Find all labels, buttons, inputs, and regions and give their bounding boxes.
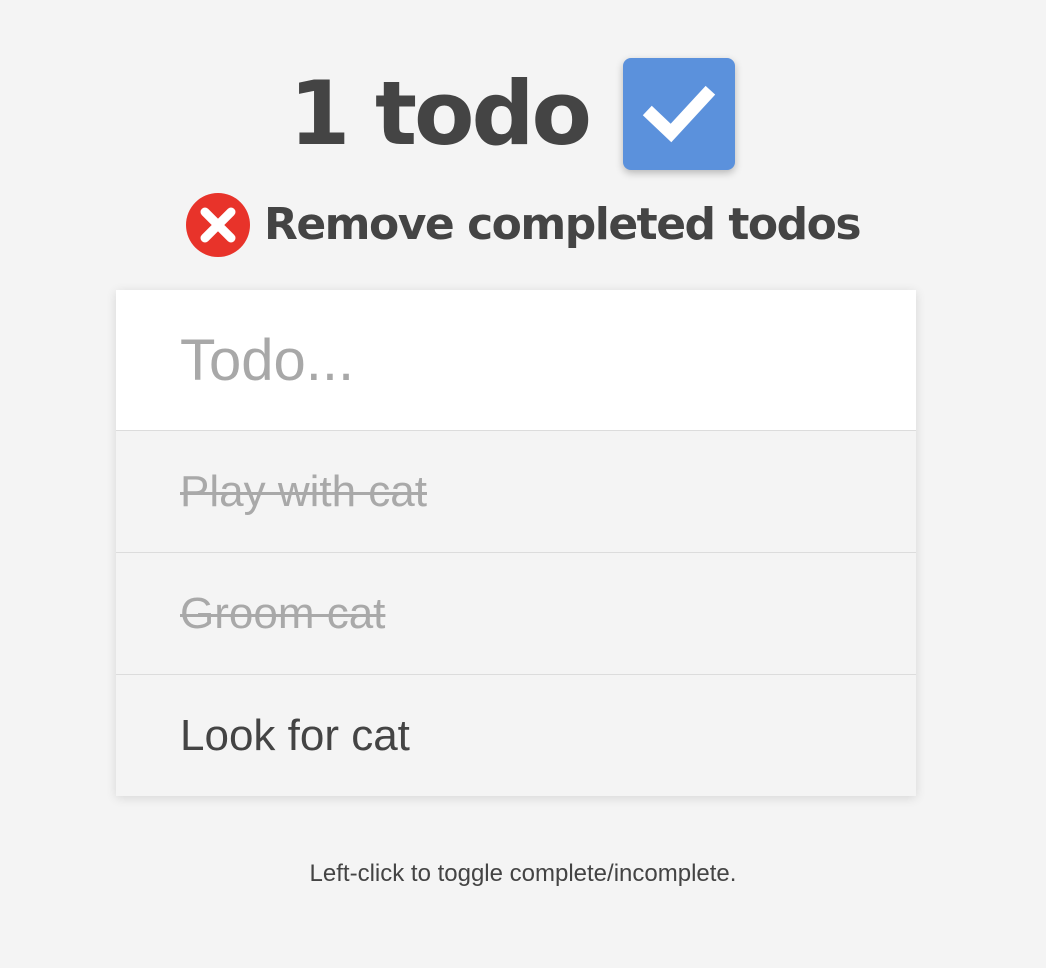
todo-card: Play with cat Groom cat Look for cat (116, 290, 916, 796)
check-icon (642, 85, 716, 143)
todo-item-text: Look for cat (180, 710, 410, 760)
close-circle-icon (185, 193, 250, 257)
todo-count-title: 1 todo (289, 62, 592, 165)
toggle-all-button[interactable] (622, 58, 735, 170)
todo-app: 1 todo Remove completed todos Play with … (0, 0, 1046, 968)
todo-item[interactable]: Groom cat (116, 553, 916, 675)
usage-hint: Left-click to toggle complete/incomplete… (309, 860, 737, 887)
remove-completed-label: Remove completed todos (263, 199, 862, 250)
remove-completed-button[interactable]: Remove completed todos (0, 192, 1046, 258)
todo-item-text: Groom cat (180, 588, 386, 638)
todo-item[interactable]: Look for cat (116, 675, 916, 796)
todo-item-text: Play with cat (180, 466, 427, 516)
new-todo-input[interactable] (180, 326, 820, 394)
header: 1 todo (0, 58, 1046, 170)
todo-list: Play with cat Groom cat Look for cat (116, 431, 916, 796)
new-todo-row (116, 290, 916, 431)
todo-item[interactable]: Play with cat (116, 431, 916, 553)
